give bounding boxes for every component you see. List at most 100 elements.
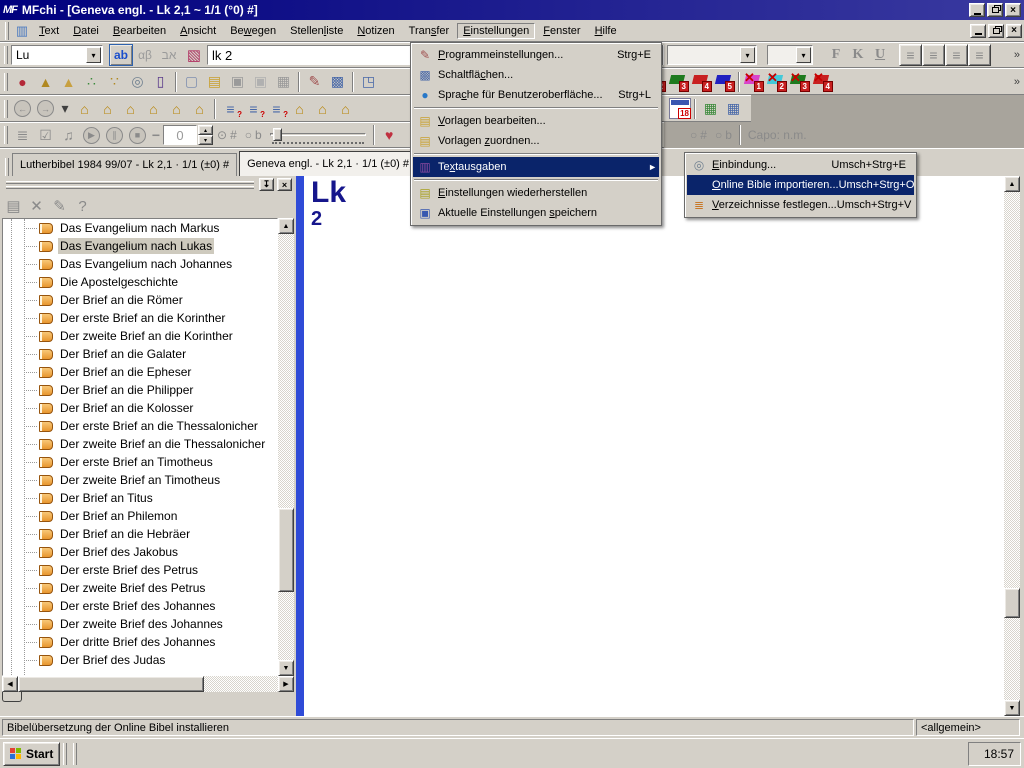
- add-texts-icon[interactable]: ▤: [2, 195, 25, 217]
- home-window-1-icon[interactable]: ⌂: [73, 98, 96, 120]
- tree-item[interactable]: Der Brief an die Philipper: [3, 381, 277, 399]
- text-group-icon[interactable]: ∵: [103, 71, 126, 93]
- toolbar-grip[interactable]: [4, 46, 8, 64]
- toolbar-grip[interactable]: [5, 158, 9, 176]
- settings-menu-item-programmeinstellungen[interactable]: ✎Programmeinstellungen...Strg+E: [413, 45, 659, 65]
- scroll-down-icon[interactable]: ▼: [1004, 700, 1020, 716]
- scroll-up-icon[interactable]: ▲: [1004, 176, 1020, 192]
- pane-tab-active[interactable]: Geneva engl. - Lk 2,1 · 1/1 (±0) #: [239, 151, 417, 176]
- slider-thumb[interactable]: [273, 128, 282, 141]
- scroll-thumb[interactable]: [1004, 588, 1020, 618]
- home-window-6-icon[interactable]: ⌂: [188, 98, 211, 120]
- menubar-item-hilfe[interactable]: Hilfe: [589, 23, 623, 39]
- tree-item[interactable]: Der Brief des Judas: [3, 651, 277, 669]
- decrease-button[interactable]: −: [149, 125, 163, 145]
- remove-highlight-2-icon[interactable]: ✕2: [766, 72, 787, 92]
- toolbar-grip[interactable]: [4, 73, 8, 91]
- close-program-icon[interactable]: ●: [11, 71, 34, 93]
- tree-item[interactable]: Der Brief an die Epheser: [3, 363, 277, 381]
- tree-item[interactable]: Das Evangelium nach Markus: [3, 219, 277, 237]
- tree-horizontal-scrollbar[interactable]: ◀ ▶: [2, 676, 294, 692]
- close-button[interactable]: ×: [1005, 3, 1021, 17]
- stop-icon[interactable]: ■: [126, 124, 149, 146]
- home-window-4-icon[interactable]: ⌂: [142, 98, 165, 120]
- tree-item[interactable]: Der erste Brief des Petrus: [3, 561, 277, 579]
- reference-list-1-icon[interactable]: ≡?: [219, 98, 242, 120]
- pane-tab[interactable]: Lutherbibel 1984 99/07 - Lk 2,1 · 1/1 (±…: [12, 153, 237, 176]
- settings-menu-item-vorlagenzuordnen[interactable]: ▤Vorlagen zuordnen...: [413, 131, 659, 151]
- menubar-item-einstellungen[interactable]: Einstellungen: [457, 23, 535, 39]
- scroll-thumb[interactable]: [18, 676, 204, 692]
- tree-vertical-scrollbar[interactable]: ▲ ▼: [278, 218, 294, 676]
- text-structure-icon[interactable]: ∴: [80, 71, 103, 93]
- tree-item[interactable]: Die Apostelgeschichte: [3, 273, 277, 291]
- table-config-icon[interactable]: ▦: [722, 98, 745, 120]
- remove-highlight-4-icon[interactable]: ✕4: [812, 72, 833, 92]
- textausgaben-submenu-item-onlinebibleimportieren[interactable]: Online Bible importieren...Umsch+Strg+O: [687, 175, 914, 195]
- menubar-item-notizen[interactable]: Notizen: [351, 23, 400, 39]
- underline-button[interactable]: U: [869, 45, 891, 65]
- tree-item[interactable]: Das Evangelium nach Lukas: [3, 237, 277, 255]
- tree-item[interactable]: Der zweite Brief an die Thessalonicher: [3, 435, 277, 453]
- cd-icon[interactable]: ◎: [126, 71, 149, 93]
- back-button[interactable]: ←: [11, 98, 34, 120]
- forward-button[interactable]: →: [34, 98, 57, 120]
- music-notes-icon[interactable]: ♫: [57, 124, 80, 146]
- toolbar-grip[interactable]: [4, 100, 8, 118]
- tree-item[interactable]: Der Brief an die Galater: [3, 345, 277, 363]
- translation-select[interactable]: Lu ▾: [11, 45, 103, 65]
- home-window-7-icon[interactable]: ⌂: [288, 98, 311, 120]
- start-button[interactable]: Start: [3, 742, 60, 766]
- tree-item[interactable]: Der zweite Brief an die Korinther: [3, 327, 277, 345]
- settings-menu-item-aktuelleeinstellungenspeichern[interactable]: ▣Aktuelle Einstellungen speichern: [413, 203, 659, 223]
- favorites-icon[interactable]: ♥: [378, 124, 401, 146]
- mdi-minimize-button[interactable]: [970, 24, 986, 38]
- menubar-item-bewegen[interactable]: Bewegen: [224, 23, 282, 39]
- italic-button[interactable]: K: [847, 45, 869, 65]
- greek-input-toggle[interactable]: αβ: [133, 44, 157, 66]
- toolbar-grip[interactable]: [5, 22, 9, 40]
- reference-list-2-icon[interactable]: ≡?: [242, 98, 265, 120]
- door-exit-icon[interactable]: ▯: [149, 71, 172, 93]
- tempo-slider[interactable]: [270, 126, 366, 144]
- toolbar-overflow-button[interactable]: »: [1011, 76, 1023, 88]
- font-select[interactable]: ▾: [667, 45, 757, 65]
- align-left-button[interactable]: ≡: [899, 44, 922, 66]
- program-settings-icon[interactable]: ✎: [303, 71, 326, 93]
- highlighter-5-icon[interactable]: 5: [714, 72, 735, 92]
- mdi-close-button[interactable]: ×: [1006, 24, 1022, 38]
- transpose-input[interactable]: [163, 125, 197, 145]
- sidebar-tab-inhalt[interactable]: [2, 692, 22, 702]
- remove-highlight-3-icon[interactable]: ✕3: [789, 72, 810, 92]
- tree-item[interactable]: Der zweite Brief des Petrus: [3, 579, 277, 597]
- font-size-select[interactable]: ▾: [767, 45, 813, 65]
- scroll-thumb[interactable]: [278, 508, 294, 592]
- menubar-item-text[interactable]: Text: [33, 23, 65, 39]
- scroll-down-icon[interactable]: ▼: [278, 660, 294, 676]
- play-icon[interactable]: ▶: [80, 124, 103, 146]
- settings-menu-item-textausgaben[interactable]: ▥Textausgaben►: [413, 157, 659, 177]
- menubar-item-fenster[interactable]: Fenster: [537, 23, 586, 39]
- home-window-5-icon[interactable]: ⌂: [165, 98, 188, 120]
- delete-icon[interactable]: ✕: [25, 195, 48, 217]
- edit-icon[interactable]: ✎: [48, 195, 71, 217]
- taskbar-grip[interactable]: [73, 743, 77, 765]
- textausgaben-submenu-item-verzeichnissefestlegen[interactable]: ≣Verzeichnisse festlegen...Umsch+Strg+V: [687, 195, 914, 215]
- reference-list-3-icon[interactable]: ≡?: [265, 98, 288, 120]
- chevron-down-icon[interactable]: ▾: [86, 47, 101, 63]
- scroll-left-icon[interactable]: ◀: [2, 676, 18, 692]
- restore-button[interactable]: [987, 3, 1003, 17]
- home-window-9-icon[interactable]: ⌂: [334, 98, 357, 120]
- sharp-radio[interactable]: ⊙ #: [217, 128, 237, 142]
- tree-item[interactable]: Der Brief des Jakobus: [3, 543, 277, 561]
- align-center-button[interactable]: ≡: [922, 44, 945, 66]
- text-vertical-scrollbar[interactable]: ▲ ▼: [1004, 176, 1020, 716]
- spin-down-button[interactable]: ▾: [198, 135, 213, 145]
- tree-item[interactable]: Der erste Brief an Timotheus: [3, 453, 277, 471]
- open-folder-icon[interactable]: ▤: [203, 71, 226, 93]
- spin-up-button[interactable]: ▴: [198, 125, 213, 135]
- pause-icon[interactable]: ∥: [103, 124, 126, 146]
- settings-menu-item-einstellungenwiederherstellen[interactable]: ▤Einstellungen wiederherstellen: [413, 183, 659, 203]
- buttons-config-icon[interactable]: ▩: [326, 71, 349, 93]
- toolbar-overflow-button[interactable]: »: [1011, 49, 1023, 61]
